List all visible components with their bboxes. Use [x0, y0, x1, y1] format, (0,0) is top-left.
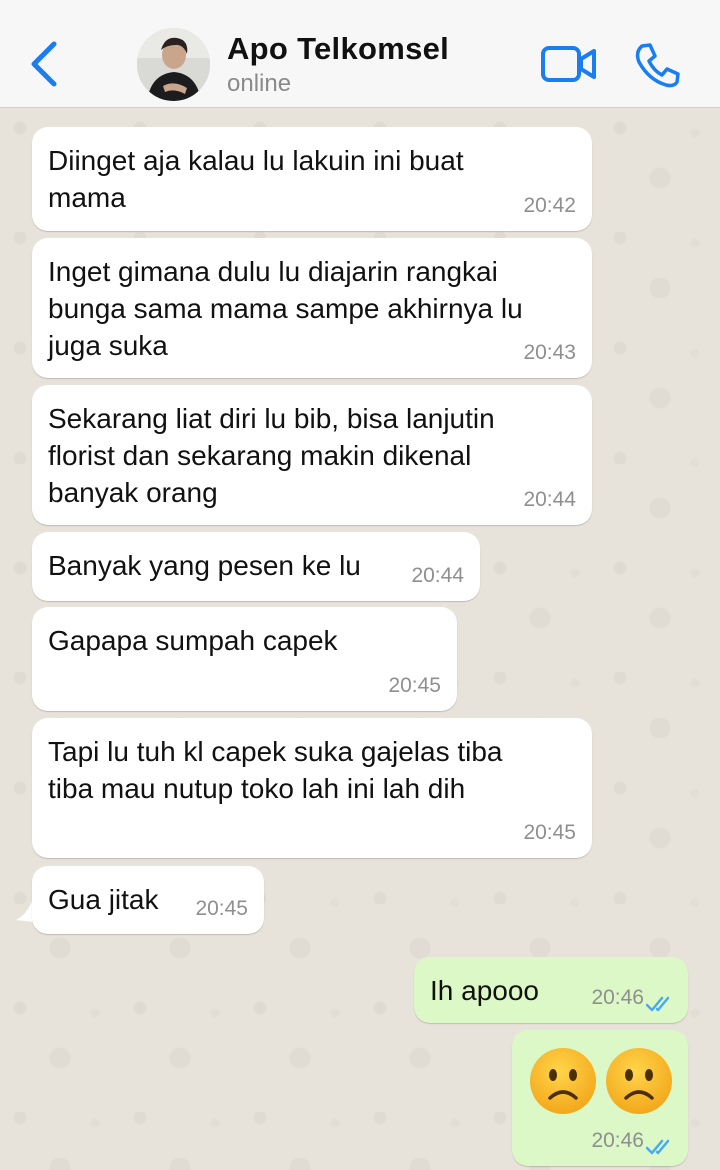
message-bubble-incoming[interactable]: Inget gimana dulu lu diajarin rangkai bu… [32, 238, 592, 378]
message-time: 20:43 [523, 341, 576, 364]
message-bubble-incoming[interactable]: Sekarang liat diri lu bib, bisa lanjutin… [32, 385, 592, 525]
chat-header: Apo Telkomsel online [0, 0, 720, 108]
message-time: 20:42 [523, 194, 576, 217]
message-bubble-outgoing[interactable]: 20:46 [512, 1030, 688, 1166]
message-time: 20:45 [388, 674, 441, 697]
message-bubble-outgoing[interactable]: Ih apooo 20:46 [414, 957, 688, 1023]
message-time: 20:46 [591, 1129, 644, 1152]
message-time: 20:45 [523, 821, 576, 844]
contact-status: online [227, 70, 292, 97]
message-bubble-incoming[interactable]: Tapi lu tuh kl capek suka gajelas tiba t… [32, 718, 592, 858]
contact-avatar[interactable] [137, 28, 210, 101]
message-bubble-incoming[interactable]: Banyak yang pesen ke lu 20:44 [32, 532, 480, 601]
message-bubble-incoming[interactable]: Gapapa sumpah capek 20:45 [32, 607, 457, 711]
message-bubble-incoming[interactable]: Gua jitak 20:45 [32, 866, 264, 934]
message-text: Diinget aja kalau lu lakuin ini buat mam… [48, 145, 464, 213]
phone-call-icon[interactable] [632, 40, 682, 90]
video-call-icon[interactable] [540, 44, 598, 84]
message-time: 20:44 [411, 564, 464, 587]
message-time: 20:46 [591, 986, 644, 1009]
contact-name[interactable]: Apo Telkomsel [227, 31, 449, 67]
frowning-face-icon [606, 1048, 672, 1114]
frowning-face-icon [530, 1048, 596, 1114]
emoji-row [528, 1046, 674, 1116]
message-text: Inget gimana dulu lu diajarin rangkai bu… [48, 256, 523, 361]
message-bubble-incoming[interactable]: Diinget aja kalau lu lakuin ini buat mam… [32, 127, 592, 231]
message-text: Tapi lu tuh kl capek suka gajelas tiba t… [48, 736, 503, 804]
message-time: 20:44 [523, 488, 576, 511]
message-text: Gapapa sumpah capek [48, 625, 338, 656]
read-receipt-icon [646, 996, 670, 1012]
back-chevron-icon[interactable] [26, 38, 66, 90]
read-receipt-icon [646, 1139, 670, 1155]
message-time: 20:45 [195, 897, 248, 920]
message-text: Sekarang liat diri lu bib, bisa lanjutin… [48, 403, 495, 508]
message-text: Banyak yang pesen ke lu [48, 550, 361, 581]
